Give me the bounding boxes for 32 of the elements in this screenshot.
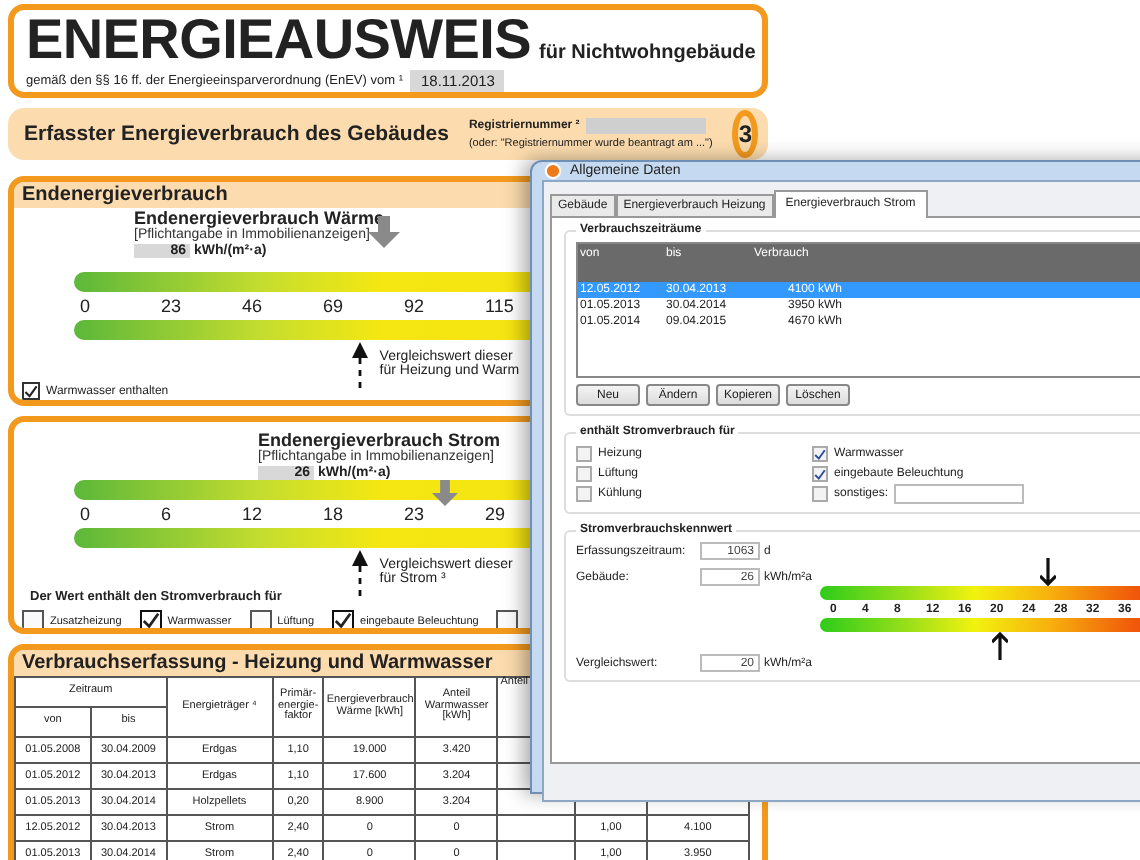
scale-tick-label: 0 xyxy=(80,504,93,524)
scale-tick-label: 46 xyxy=(242,296,265,316)
app-icon xyxy=(544,162,562,180)
checkbox[interactable] xyxy=(576,486,592,502)
checkbox[interactable] xyxy=(812,446,828,462)
scale-tick-label: 23 xyxy=(404,504,427,524)
checkbox[interactable] xyxy=(576,446,592,462)
document-subtitle: für Nichtwohngebäude xyxy=(539,42,756,64)
scale-tick-label: 18 xyxy=(323,504,346,524)
scale-tick-label: 12 xyxy=(242,504,265,524)
scale-title: Endenergieverbrauch Strom xyxy=(258,430,501,450)
scale-tick-label: 29 xyxy=(485,504,508,524)
document-title: ENERGIEAUSWEIS xyxy=(26,14,532,66)
input-field[interactable] xyxy=(894,484,1025,504)
checkbox[interactable] xyxy=(22,382,40,400)
checkbox[interactable] xyxy=(22,610,44,628)
scale-tick-label: 115 xyxy=(485,296,516,316)
section-title: Erfasster Energieverbrauch des Gebäudes xyxy=(24,122,449,146)
checkbox[interactable] xyxy=(812,466,828,482)
scale-tick-label: 6 xyxy=(161,504,174,524)
checkbox[interactable] xyxy=(332,610,355,628)
checkbox[interactable] xyxy=(139,610,162,628)
scale-tick-label: 23 xyxy=(161,296,184,316)
checkbox[interactable] xyxy=(496,610,519,628)
page-badge: 3 xyxy=(732,110,759,158)
scale-tick-label: 0 xyxy=(80,296,93,316)
checkbox[interactable] xyxy=(812,486,828,502)
scale-tick-label: 69 xyxy=(323,296,346,316)
registration-field xyxy=(585,118,706,134)
checkbox[interactable] xyxy=(249,610,272,628)
checkbox[interactable] xyxy=(576,466,592,482)
scale-tick-label: 92 xyxy=(404,296,427,316)
